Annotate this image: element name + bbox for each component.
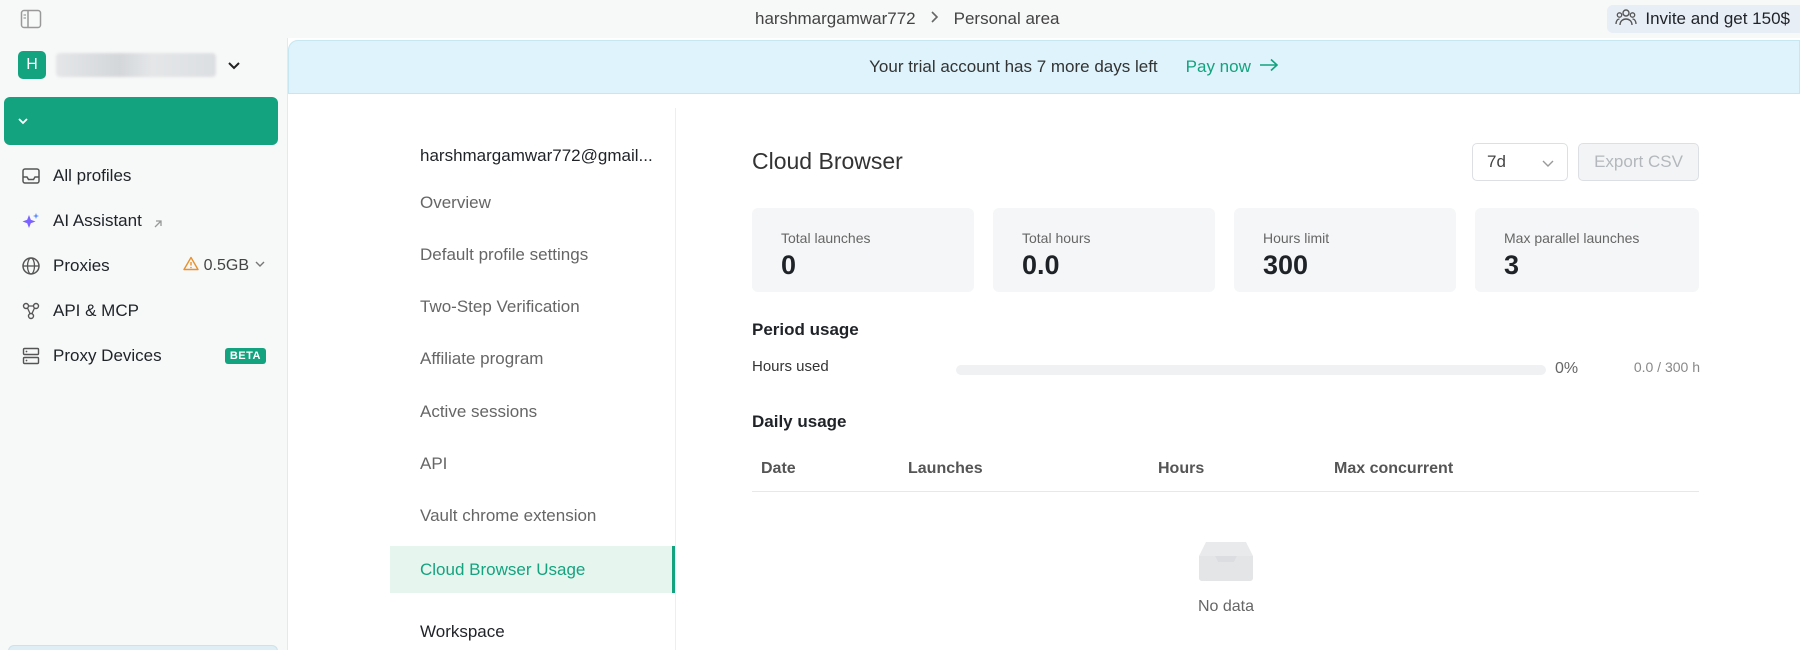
add-profile-button-group: Add profile xyxy=(4,97,1704,225)
hours-used-ratio: 0.0 / 300 h xyxy=(1633,359,1700,375)
daily-usage-table-header: Date Launches Hours Max concurrent xyxy=(752,446,1699,492)
invite-label: Invite and get 150$ xyxy=(1645,9,1790,28)
export-csv-button[interactable]: Export CSV xyxy=(1578,143,1699,181)
column-header-hours[interactable]: Hours xyxy=(1158,460,1204,478)
chevron-down-icon xyxy=(18,118,28,125)
proxy-traffic-value: 0.5GB xyxy=(203,256,249,274)
breadcrumb-user[interactable]: harshmargamwar772 xyxy=(755,9,916,29)
account-name-blurred xyxy=(56,53,216,77)
menu-item-two-step-verification[interactable]: Two-Step Verification xyxy=(420,297,580,317)
arrow-right-icon xyxy=(1259,57,1279,77)
hours-used-percent: 0% xyxy=(1555,360,1579,377)
warning-icon xyxy=(182,256,199,276)
empty-box-icon xyxy=(1198,540,1254,582)
chevron-down-icon xyxy=(1541,155,1555,169)
account-email: harshmargamwar772@gmail... xyxy=(420,146,653,165)
settings-menu: harshmargamwar772@gmail... Overview Defa… xyxy=(390,108,676,650)
period-select[interactable]: 7d xyxy=(1472,143,1568,181)
stat-value: 3 xyxy=(1504,250,1520,280)
menu-item-cloud-browser-usage[interactable]: Cloud Browser Usage xyxy=(390,546,675,593)
proxy-traffic[interactable]: 0.5GB xyxy=(182,256,266,276)
sidebar-item-api-mcp[interactable]: API & MCP xyxy=(0,288,288,333)
breadcrumb-current: Personal area xyxy=(953,9,1060,28)
menu-item-vault-chrome-extension[interactable]: Vault chrome extension xyxy=(420,506,596,526)
menu-item-active-sessions[interactable]: Active sessions xyxy=(420,402,537,422)
avatar: H xyxy=(18,51,46,79)
stat-label: Total launches xyxy=(781,230,871,246)
empty-state: No data xyxy=(1156,540,1296,616)
sidebar-item-proxies[interactable]: Proxies 0.5GB xyxy=(0,243,288,288)
chevron-right-icon xyxy=(930,10,940,28)
pay-now-link[interactable]: Pay now xyxy=(1186,57,1279,77)
sidebar-item-all-profiles[interactable]: All profiles xyxy=(0,153,288,198)
gift-icon xyxy=(1615,7,1638,32)
hours-used-progress-bar xyxy=(956,365,1546,375)
stat-value: 0 xyxy=(781,250,797,280)
chevron-down-icon xyxy=(254,257,266,275)
column-header-max-concurrent[interactable]: Max concurrent xyxy=(1334,460,1453,478)
page-title: Cloud Browser xyxy=(752,148,903,174)
sidebar-item-label: All profiles xyxy=(53,165,132,185)
devices-icon xyxy=(20,345,42,367)
daily-usage-heading: Daily usage xyxy=(752,412,847,431)
account-switcher[interactable]: H xyxy=(18,50,242,80)
chevron-down-icon xyxy=(226,57,242,73)
pay-now-label: Pay now xyxy=(1185,57,1251,76)
empty-state-text: No data xyxy=(1197,598,1255,615)
stat-card-hours-limit: Hours limit 300 xyxy=(1234,208,1456,292)
column-header-date[interactable]: Date xyxy=(761,460,796,478)
stat-label: Hours limit xyxy=(1263,230,1330,246)
trial-message: Your trial account has 7 more days left xyxy=(869,57,1158,76)
menu-item-label: Cloud Browser Usage xyxy=(420,560,586,579)
sidebar-item-label: API & MCP xyxy=(53,300,139,320)
sidebar-bottom-card xyxy=(8,645,278,650)
inbox-icon xyxy=(20,165,42,187)
stat-card-total-launches: Total launches 0 xyxy=(752,208,974,292)
badge-wrapper: BETA xyxy=(224,347,266,364)
add-profile-dropdown[interactable] xyxy=(4,97,42,145)
sidebar: H Add profile All profiles AI Assistant xyxy=(0,38,1704,650)
sidebar-nav: All profiles AI Assistant Proxies 0.5GB xyxy=(0,153,288,378)
period-usage-heading: Period usage xyxy=(752,320,859,339)
invite-button[interactable]: Invite and get 150$ xyxy=(1607,5,1800,33)
globe-icon xyxy=(20,255,42,277)
api-icon xyxy=(20,300,42,322)
stat-value: 300 xyxy=(1263,250,1309,280)
sidebar-item-label: AI Assistant xyxy=(53,210,142,230)
breadcrumb: harshmargamwar772 Personal area xyxy=(755,0,1059,38)
sidebar-item-label: Proxy Devices xyxy=(53,345,162,365)
external-link-icon xyxy=(152,215,164,227)
sparkle-icon xyxy=(20,210,42,232)
stat-label: Max parallel launches xyxy=(1504,230,1640,246)
sidebar-item-proxy-devices[interactable]: Proxy Devices BETA xyxy=(0,333,288,378)
hours-used-label: Hours used xyxy=(752,358,829,375)
stat-value: 0.0 xyxy=(1022,250,1060,280)
menu-item-api[interactable]: API xyxy=(420,454,447,474)
stat-card-total-hours: Total hours 0.0 xyxy=(993,208,1215,292)
menu-item-overview[interactable]: Overview xyxy=(420,193,491,213)
top-bar: harshmargamwar772 Personal area Invite a… xyxy=(0,0,1800,38)
menu-item-affiliate-program[interactable]: Affiliate program xyxy=(420,349,543,369)
workspace-section-heading: Workspace xyxy=(420,622,505,641)
sidebar-item-label: Proxies xyxy=(53,255,110,275)
column-header-launches[interactable]: Launches xyxy=(908,460,983,478)
stat-card-max-parallel-launches: Max parallel launches 3 xyxy=(1475,208,1699,292)
trial-banner: Your trial account has 7 more days left … xyxy=(288,40,1800,94)
sidebar-toggle-icon[interactable] xyxy=(20,9,42,29)
sidebar-item-ai-assistant[interactable]: AI Assistant xyxy=(0,198,288,243)
period-select-value: 7d xyxy=(1487,152,1506,171)
stat-label: Total hours xyxy=(1022,230,1091,246)
beta-badge: BETA xyxy=(224,347,266,364)
menu-item-default-profile-settings[interactable]: Default profile settings xyxy=(420,245,588,265)
